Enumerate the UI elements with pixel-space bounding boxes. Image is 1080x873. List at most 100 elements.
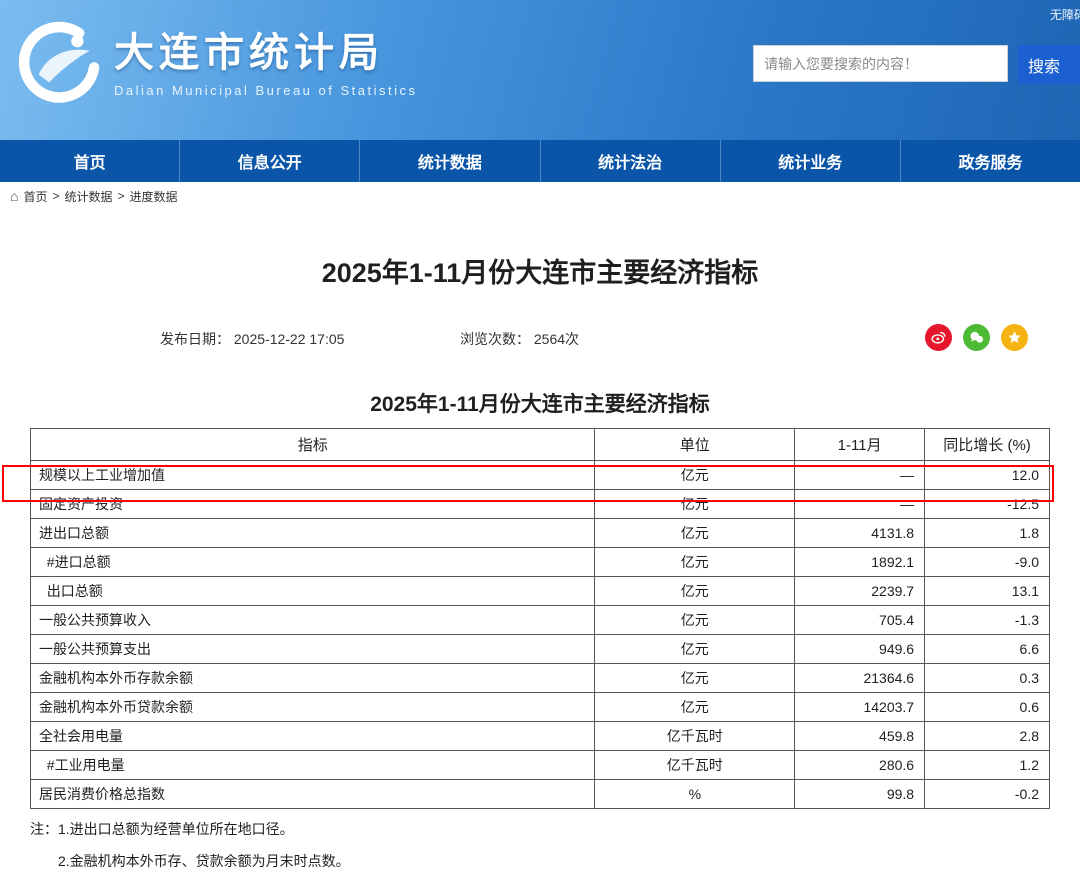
nav-item-statistics-data[interactable]: 统计数据	[360, 140, 540, 182]
article-meta: 发布日期： 2025-12-22 17:05 浏览次数： 2564次	[0, 324, 1080, 352]
cell-value: 99.8	[795, 780, 925, 809]
cell-unit: 亿元	[595, 519, 795, 548]
table-row: 规模以上工业增加值 亿元 — 12.0	[31, 461, 1050, 490]
cell-indicator: 全社会用电量	[31, 722, 595, 751]
cell-value: 14203.7	[795, 693, 925, 722]
col-header-unit: 单位	[595, 429, 795, 461]
cell-unit: 亿元	[595, 606, 795, 635]
cell-unit: 亿元	[595, 635, 795, 664]
note-line-1: 注：1.进出口总额为经营单位所在地口径。	[30, 819, 1050, 839]
site-title: 大连市统计局	[114, 31, 418, 75]
star-share-icon[interactable]	[1001, 324, 1028, 351]
breadcrumb: ⌂ 首页 > 统计数据 > 进度数据	[0, 182, 1080, 210]
cell-indicator: 进出口总额	[31, 519, 595, 548]
table-row: 居民消费价格总指数 % 99.8 -0.2	[31, 780, 1050, 809]
cell-growth: -9.0	[925, 548, 1050, 577]
cell-value: 1892.1	[795, 548, 925, 577]
cell-indicator: #工业用电量	[31, 751, 595, 780]
cell-value: —	[795, 490, 925, 519]
cell-unit: 亿元	[595, 693, 795, 722]
cell-unit: 亿元	[595, 490, 795, 519]
view-count-value: 2564次	[534, 331, 579, 347]
search-button[interactable]: 搜索	[1018, 45, 1080, 84]
table-row: 一般公共预算支出 亿元 949.6 6.6	[31, 635, 1050, 664]
cell-unit: 亿千瓦时	[595, 722, 795, 751]
site-header: 无障碍 大连市统计局 Dalian Municipal Bureau of St…	[0, 0, 1080, 140]
table-row: 出口总额 亿元 2239.7 13.1	[31, 577, 1050, 606]
publish-date-label: 发布日期：	[160, 331, 230, 347]
col-header-indicator: 指标	[31, 429, 595, 461]
page-title: 2025年1-11月份大连市主要经济指标	[0, 254, 1080, 292]
share-icons	[925, 324, 1028, 351]
table-row: #工业用电量 亿千瓦时 280.6 1.2	[31, 751, 1050, 780]
table-row: 全社会用电量 亿千瓦时 459.8 2.8	[31, 722, 1050, 751]
col-header-growth: 同比增长 (%)	[925, 429, 1050, 461]
search-area: 搜索	[753, 45, 1080, 84]
nav-item-home[interactable]: 首页	[0, 140, 180, 182]
table-header-row: 指标 单位 1-11月 同比增长 (%)	[31, 429, 1050, 461]
table-notes: 注：1.进出口总额为经营单位所在地口径。 2.金融机构本外币存、贷款余额为月末时…	[30, 819, 1050, 871]
cell-unit: 亿元	[595, 664, 795, 693]
nav-item-gov-services[interactable]: 政务服务	[901, 140, 1080, 182]
cell-growth: 2.8	[925, 722, 1050, 751]
nav-item-info-disclosure[interactable]: 信息公开	[180, 140, 360, 182]
cell-indicator: 出口总额	[31, 577, 595, 606]
cell-growth: 0.6	[925, 693, 1050, 722]
cell-growth: 1.2	[925, 751, 1050, 780]
wechat-share-icon[interactable]	[963, 324, 990, 351]
breadcrumb-progress-data[interactable]: 进度数据	[130, 188, 178, 205]
cell-value: 705.4	[795, 606, 925, 635]
logo-icon	[14, 20, 102, 108]
table-row: 金融机构本外币贷款余额 亿元 14203.7 0.6	[31, 693, 1050, 722]
cell-indicator: 固定资产投资	[31, 490, 595, 519]
cell-value: 4131.8	[795, 519, 925, 548]
note-line-2: 2.金融机构本外币存、贷款余额为月末时点数。	[30, 851, 1050, 871]
cell-indicator: 规模以上工业增加值	[31, 461, 595, 490]
main-nav: 首页 信息公开 统计数据 统计法治 统计业务 政务服务	[0, 140, 1080, 182]
cell-value: 280.6	[795, 751, 925, 780]
cell-unit: 亿元	[595, 577, 795, 606]
weibo-share-icon[interactable]	[925, 324, 952, 351]
breadcrumb-home[interactable]: 首页	[23, 188, 47, 205]
cell-unit: 亿元	[595, 461, 795, 490]
accessibility-link[interactable]: 无障碍	[1050, 6, 1080, 23]
nav-item-statistics-law[interactable]: 统计法治	[541, 140, 721, 182]
cell-value: —	[795, 461, 925, 490]
cell-indicator: 一般公共预算收入	[31, 606, 595, 635]
cell-growth: -12.5	[925, 490, 1050, 519]
cell-unit: 亿元	[595, 548, 795, 577]
table-row: 一般公共预算收入 亿元 705.4 -1.3	[31, 606, 1050, 635]
economic-indicators-table: 指标 单位 1-11月 同比增长 (%) 规模以上工业增加值 亿元 — 12.0…	[30, 428, 1050, 809]
cell-growth: 12.0	[925, 461, 1050, 490]
col-header-period: 1-11月	[795, 429, 925, 461]
cell-unit: 亿千瓦时	[595, 751, 795, 780]
view-count-label: 浏览次数：	[460, 331, 530, 347]
table-row: 进出口总额 亿元 4131.8 1.8	[31, 519, 1050, 548]
cell-value: 2239.7	[795, 577, 925, 606]
cell-growth: -0.2	[925, 780, 1050, 809]
breadcrumb-statistics-data[interactable]: 统计数据	[65, 188, 113, 205]
cell-growth: 0.3	[925, 664, 1050, 693]
search-input[interactable]	[753, 45, 1008, 82]
table-title: 2025年1-11月份大连市主要经济指标	[0, 390, 1080, 420]
cell-unit: %	[595, 780, 795, 809]
publish-date-value: 2025-12-22 17:05	[234, 331, 345, 347]
cell-indicator: 一般公共预算支出	[31, 635, 595, 664]
view-count: 浏览次数： 2564次	[460, 329, 579, 349]
cell-growth: 1.8	[925, 519, 1050, 548]
table-row: #进口总额 亿元 1892.1 -9.0	[31, 548, 1050, 577]
cell-indicator: 金融机构本外币贷款余额	[31, 693, 595, 722]
breadcrumb-separator: >	[118, 189, 125, 203]
breadcrumb-separator: >	[52, 189, 59, 203]
cell-growth: -1.3	[925, 606, 1050, 635]
cell-growth: 6.6	[925, 635, 1050, 664]
cell-indicator: 居民消费价格总指数	[31, 780, 595, 809]
table-row: 固定资产投资 亿元 — -12.5	[31, 490, 1050, 519]
home-icon: ⌂	[10, 189, 18, 203]
cell-indicator: 金融机构本外币存款余额	[31, 664, 595, 693]
nav-item-statistics-business[interactable]: 统计业务	[721, 140, 901, 182]
publish-date: 发布日期： 2025-12-22 17:05	[160, 329, 344, 349]
cell-indicator: #进口总额	[31, 548, 595, 577]
site-subtitle: Dalian Municipal Bureau of Statistics	[114, 83, 418, 98]
table-row: 金融机构本外币存款余额 亿元 21364.6 0.3	[31, 664, 1050, 693]
